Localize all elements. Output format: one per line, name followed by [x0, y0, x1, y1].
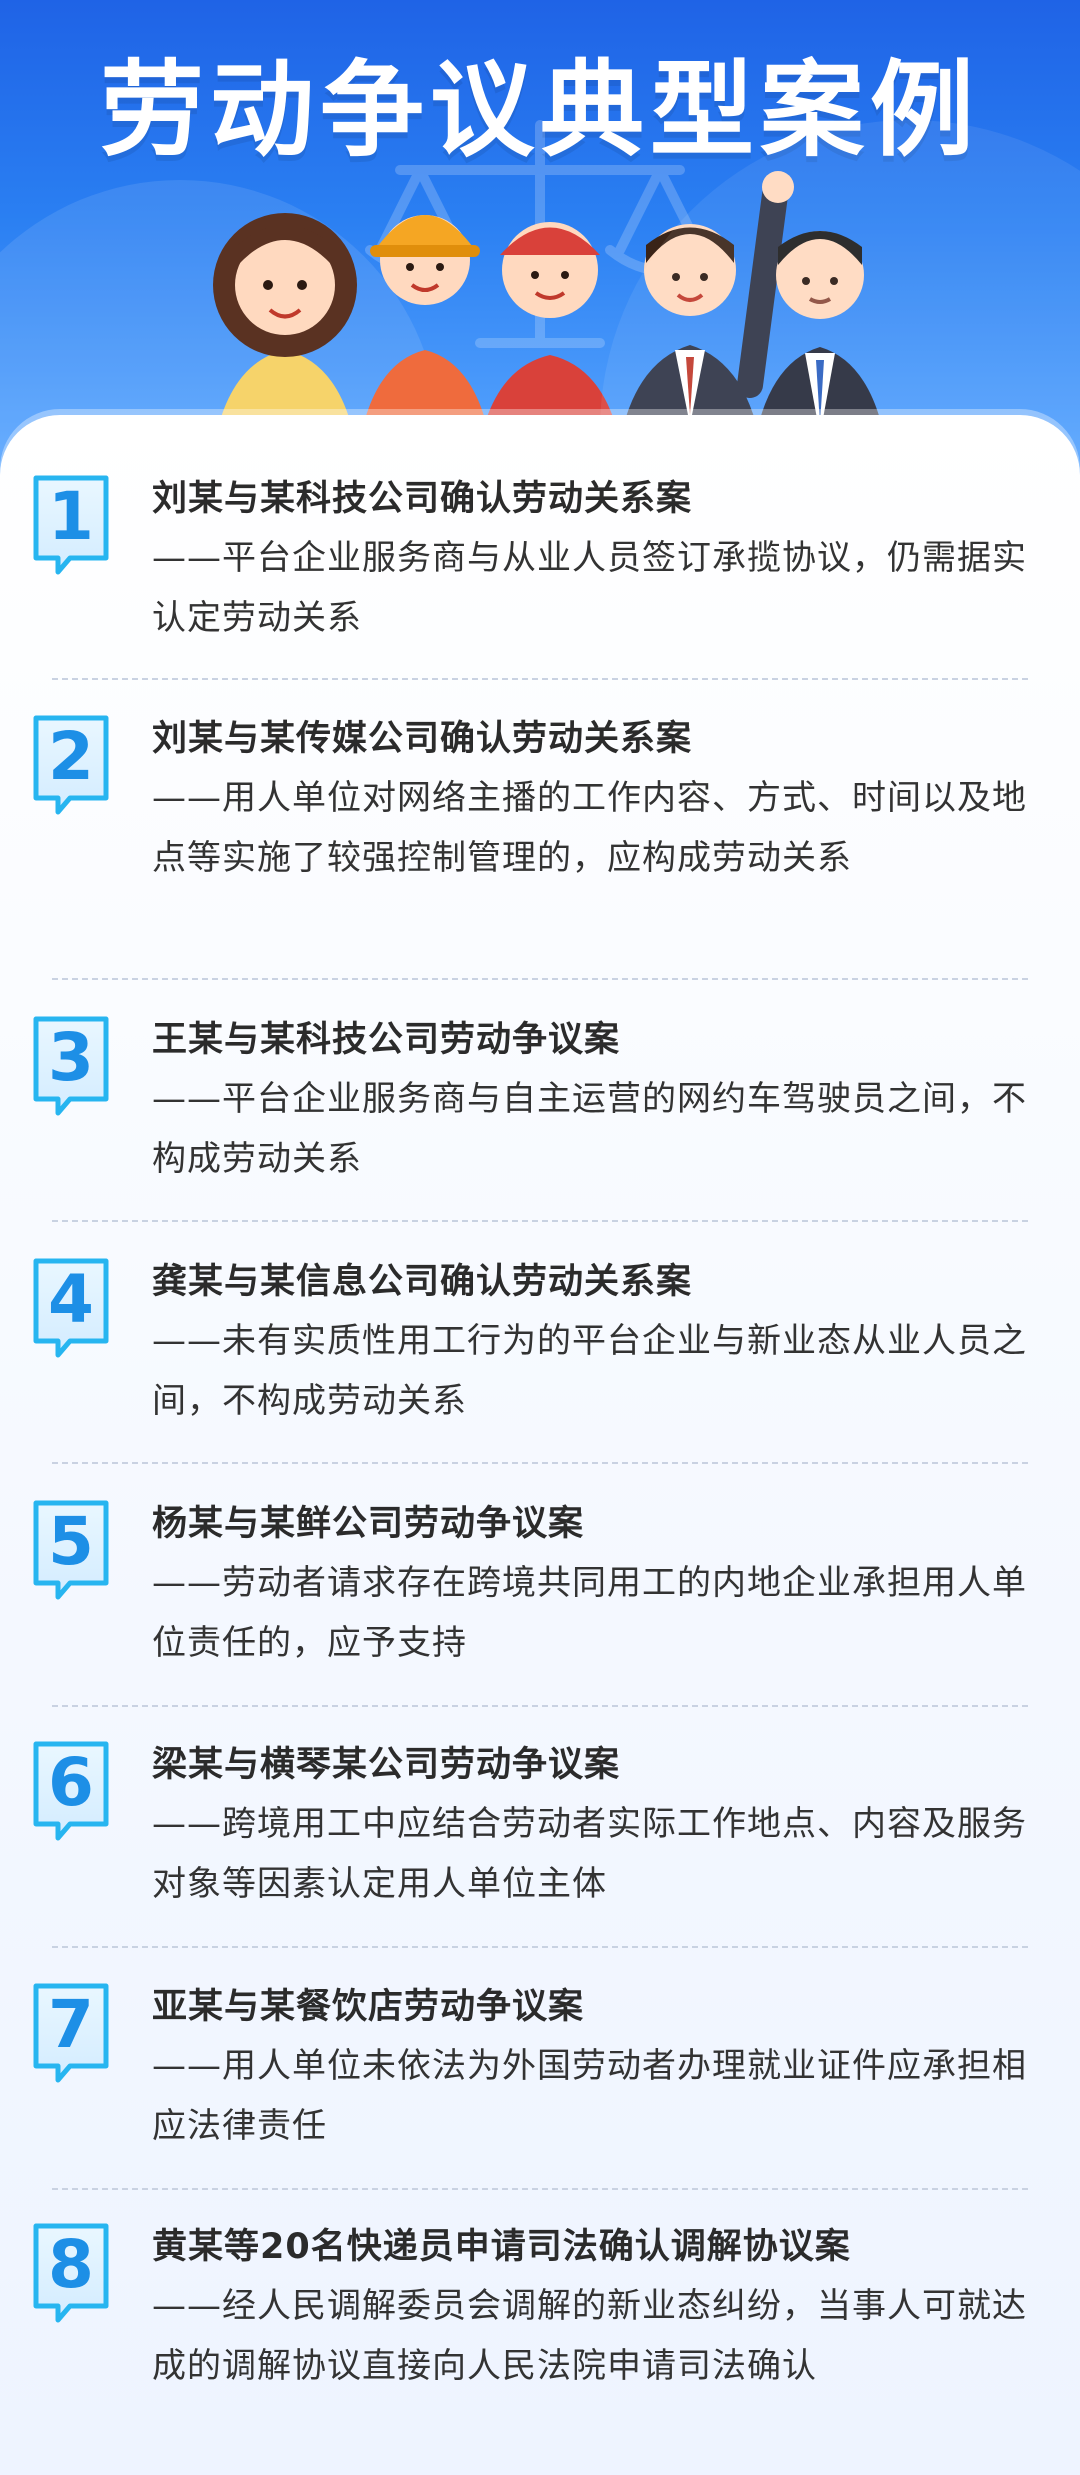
case-title: 刘某与某传媒公司确认劳动关系案	[152, 719, 693, 759]
number-badge-icon: 5	[30, 1497, 112, 1601]
case-number: 6	[48, 1743, 94, 1821]
case-number: 4	[48, 1260, 94, 1338]
dashed-divider	[52, 978, 1028, 980]
case-description: ——平台企业服务商与自主运营的网约车驾驶员之间，不构成劳动关系	[152, 1079, 1027, 1179]
case-number: 3	[48, 1018, 94, 1096]
case-title: 刘某与某科技公司确认劳动关系案	[152, 479, 693, 519]
number-badge-icon: 6	[30, 1738, 112, 1842]
case-title: 王某与某科技公司劳动争议案	[152, 1020, 621, 1060]
dashed-divider	[52, 1462, 1028, 1464]
case-title: 梁某与横琴某公司劳动争议案	[152, 1745, 621, 1785]
case-number: 7	[48, 1985, 94, 2063]
case-description: ——跨境用工中应结合劳动者实际工作地点、内容及服务对象等因素认定用人单位主体	[152, 1804, 1027, 1904]
case-number: 2	[48, 717, 94, 795]
case-description: ——平台企业服务商与从业人员签订承揽协议，仍需据实认定劳动关系	[152, 538, 1027, 638]
case-title: 龚某与某信息公司确认劳动关系案	[152, 1262, 693, 1302]
number-badge-icon: 7	[30, 1980, 112, 2084]
case-description: ——用人单位未依法为外国劳动者办理就业证件应承担相应法律责任	[152, 2046, 1027, 2146]
case-title: 杨某与某鲜公司劳动争议案	[152, 1504, 585, 1544]
case-description: ——用人单位对网络主播的工作内容、方式、时间以及地点等实施了较强控制管理的，应构…	[152, 778, 1027, 878]
case-description: ——经人民调解委员会调解的新业态纠纷，当事人可就达成的调解协议直接向人民法院申请…	[152, 2286, 1027, 2386]
number-badge-icon: 2	[30, 712, 112, 816]
dashed-divider	[52, 2188, 1028, 2190]
dashed-divider	[52, 1946, 1028, 1948]
case-title: 亚某与某餐饮店劳动争议案	[152, 1987, 585, 2027]
number-badge-icon: 1	[30, 472, 112, 576]
header-banner: 劳动争议典型案例	[0, 0, 1080, 480]
dashed-divider	[52, 678, 1028, 680]
case-description: ——未有实质性用工行为的平台企业与新业态从业人员之间，不构成劳动关系	[152, 1321, 1027, 1421]
case-number: 1	[48, 477, 94, 555]
dashed-divider	[52, 1220, 1028, 1222]
number-badge-icon: 3	[30, 1013, 112, 1117]
case-number: 8	[48, 2225, 94, 2303]
case-title: 黄某等20名快递员申请司法确认调解协议案	[152, 2227, 851, 2267]
case-description: ——劳动者请求存在跨境共同用工的内地企业承担用人单位责任的，应予支持	[152, 1563, 1027, 1663]
number-badge-icon: 4	[30, 1255, 112, 1359]
case-number: 5	[48, 1502, 94, 1580]
number-badge-icon: 8	[30, 2220, 112, 2324]
dashed-divider	[52, 1705, 1028, 1707]
